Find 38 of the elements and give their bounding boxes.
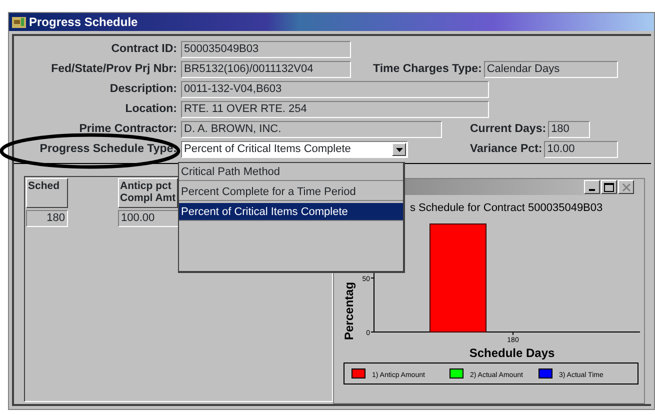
field-label: Location: — [124, 102, 177, 117]
maximize-button[interactable] — [601, 180, 617, 194]
dropdown-option[interactable]: Percent Complete for a Time Period — [179, 183, 403, 201]
minimize-button[interactable] — [584, 180, 600, 194]
text-field[interactable]: RTE. 11 OVER RTE. 254 — [181, 101, 489, 118]
dropdown-arrow-icon — [396, 148, 402, 152]
text-field[interactable]: 0011-132-V04,B603 — [181, 81, 489, 98]
field-label: Current Days: — [470, 122, 546, 137]
text-field[interactable]: Calendar Days — [484, 61, 618, 78]
window-title: Progress Schedule — [29, 14, 138, 31]
column-header: Anticp pct Compl Amt — [118, 178, 178, 208]
field-label: Variance Pct: — [470, 142, 542, 157]
dropdown-option[interactable]: Percent of Critical Items Complete — [179, 203, 403, 221]
legend-swatch — [538, 368, 552, 378]
column-header: Sched — [26, 178, 68, 208]
table-cell[interactable]: 180 — [26, 210, 68, 227]
field-label: Contract ID: — [110, 42, 177, 57]
x-axis-label: Schedule Days — [469, 346, 555, 360]
progress-schedule-type-dropdown[interactable]: Percent of Critical Items Complete — [181, 141, 408, 158]
field-label: Time Charges Type: — [373, 62, 482, 77]
close-button[interactable] — [618, 180, 634, 194]
legend-swatch — [450, 368, 464, 378]
y-axis-label: Percentag — [342, 282, 356, 340]
maximize-icon — [604, 182, 614, 192]
dropdown-option[interactable]: Critical Path Method — [179, 163, 403, 181]
text-field[interactable]: 500035049B03 — [181, 41, 351, 58]
text-field[interactable]: BR5132(106)/0011132V04 — [181, 61, 351, 78]
app-icon — [12, 15, 26, 29]
text-field[interactable]: 10.00 — [544, 141, 618, 158]
field-label: Description: — [108, 82, 177, 97]
close-icon — [622, 182, 630, 192]
text-field[interactable]: D. A. BROWN, INC. — [181, 121, 442, 138]
field-label: Fed/State/Prov Prj Nbr: — [50, 62, 177, 77]
field-label: Progress Schedule Type: — [38, 142, 177, 157]
field-label: Prime Contractor: — [78, 122, 177, 137]
text-field[interactable]: 180 — [548, 121, 590, 138]
chart-title: s Schedule for Contract 500035049B03 — [410, 202, 603, 214]
legend-swatch — [352, 368, 366, 378]
